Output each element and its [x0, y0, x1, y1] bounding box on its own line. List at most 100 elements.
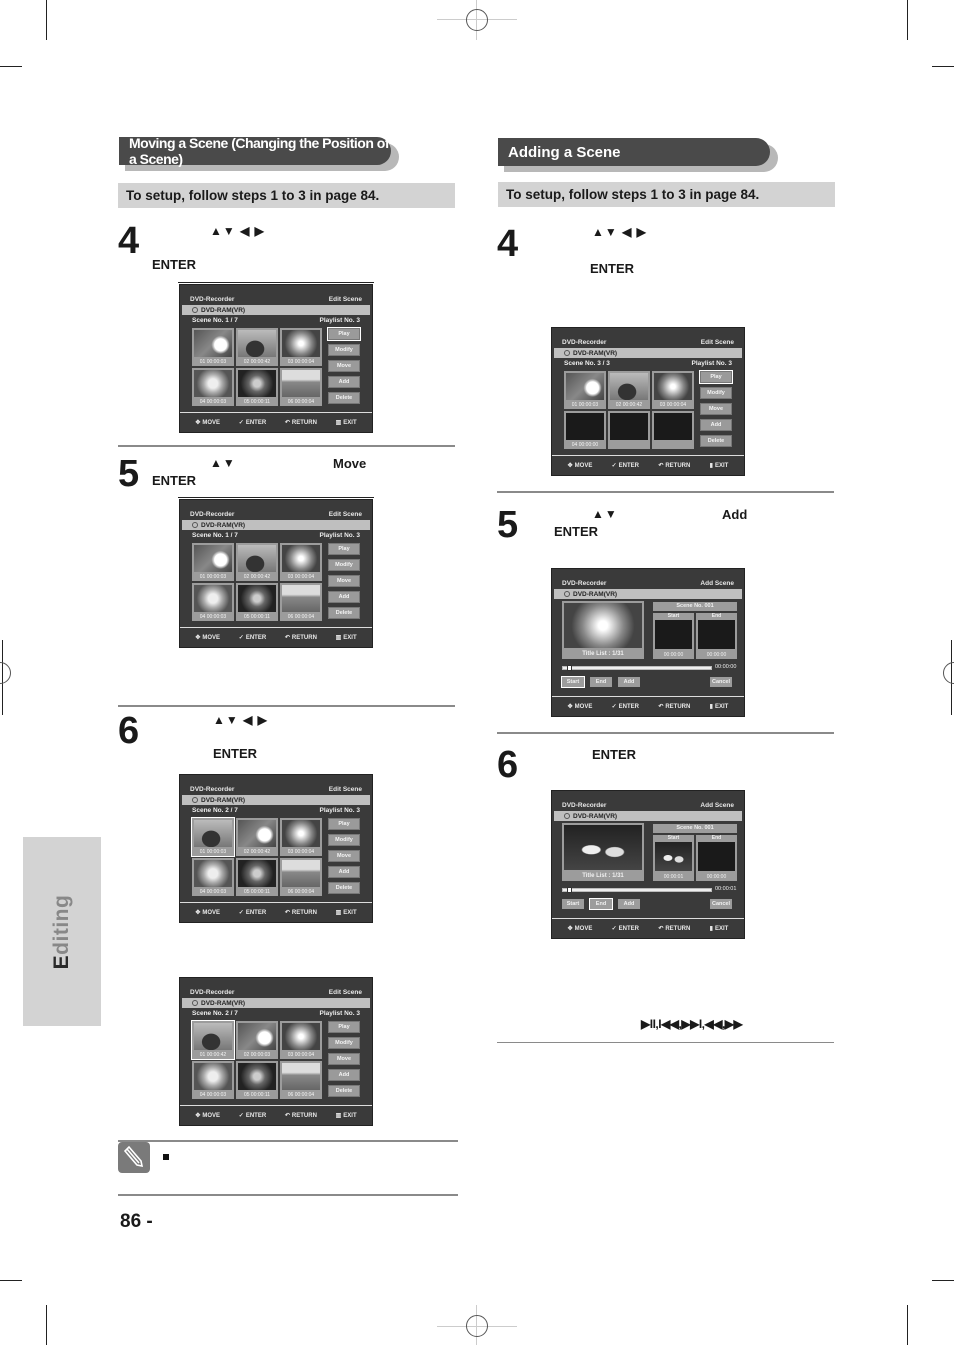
footer-hint-label: ENTER — [618, 462, 640, 469]
menu-add-button[interactable]: Add — [328, 866, 360, 878]
setup-note: To setup, follow steps 1 to 3 in page 84… — [118, 183, 455, 208]
enter-key-label: ENTER — [592, 747, 637, 762]
osd-edit-scene: DVD-Recorder Edit Scene DVD-RAM(VR) Scene N… — [179, 499, 373, 648]
menu-move-button[interactable]: Move — [328, 1053, 360, 1065]
menu-add-button[interactable]: Add — [328, 591, 360, 603]
menu-delete-button[interactable]: Delete — [700, 435, 732, 447]
add-button[interactable]: Add — [618, 899, 640, 909]
start-button[interactable]: Start — [562, 899, 584, 909]
menu-move-button[interactable]: Move — [700, 403, 732, 415]
progress-knob[interactable] — [567, 665, 572, 671]
move-icon: ✥ — [195, 419, 201, 426]
menu-play-button[interactable]: Play — [327, 327, 361, 341]
cancel-button[interactable]: Cancel — [710, 677, 732, 687]
title-list-label: Title List : 1/31 — [582, 873, 624, 879]
osd-mode-title: Edit Scene — [328, 295, 362, 303]
scene-thumbnail[interactable]: 06 00:00:04 — [280, 858, 322, 896]
menu-modify-button[interactable]: Modify — [328, 1037, 360, 1049]
menu-add-button[interactable]: Add — [328, 1069, 360, 1081]
scene-thumbnail[interactable]: 02 00:00:42 — [236, 328, 278, 366]
playback-progress-bar[interactable] — [562, 665, 712, 671]
scene-thumbnail[interactable]: 04 00:00:03 — [192, 858, 234, 896]
scene-thumbnail[interactable]: 03 00:00:04 — [652, 371, 694, 409]
menu-delete-button[interactable]: Delete — [328, 392, 360, 404]
page-number: 86 - — [120, 1211, 153, 1232]
menu-modify-button[interactable]: Modify — [328, 559, 360, 571]
disc-icon — [192, 797, 198, 803]
scene-thumbnail[interactable]: 01 00:00:03 — [564, 371, 606, 409]
menu-add-button[interactable]: Add — [700, 419, 732, 431]
menu-move-button[interactable]: Move — [328, 360, 360, 372]
scene-thumbnail[interactable]: 06 00:00:04 — [280, 368, 322, 406]
menu-delete-button[interactable]: Delete — [328, 882, 360, 894]
menu-move-button[interactable]: Move — [328, 850, 360, 862]
menu-move-button[interactable]: Move — [328, 575, 360, 587]
osd-divider — [552, 918, 744, 919]
scene-thumbnail[interactable]: 01 00:00:03 — [192, 328, 234, 366]
scene-thumbnail[interactable]: 04 00:00:03 — [192, 368, 234, 406]
menu-modify-button[interactable]: Modify — [700, 387, 732, 399]
scene-thumbnail[interactable] — [608, 411, 650, 449]
menu-modify-button[interactable]: Modify — [328, 834, 360, 846]
add-button[interactable]: Add — [618, 677, 640, 687]
scene-thumbnail[interactable]: 06 00:00:04 — [280, 1061, 322, 1099]
scene-thumbnail[interactable]: 01 00:00:03 — [191, 817, 235, 857]
start-button[interactable]: Start — [561, 676, 585, 688]
scene-thumbnail[interactable]: 05 00:00:11 — [236, 368, 278, 406]
scene-thumbnail[interactable]: 02 00:00:03 — [236, 1021, 278, 1059]
menu-play-button[interactable]: Play — [328, 818, 360, 830]
end-button[interactable]: End — [590, 677, 612, 687]
footer-hint-label: RETURN — [665, 925, 691, 932]
thumbnail-image — [282, 370, 320, 397]
footer-hint-enter: ✓ ENTER — [612, 703, 639, 710]
osd-scene-row: Scene No. 3 / 3 Playlist No. 3 — [552, 360, 744, 369]
scene-thumbnail[interactable]: 05 00:00:11 — [236, 1061, 278, 1099]
footer-hint-label: ENTER — [245, 419, 267, 426]
menu-delete-button[interactable]: Delete — [328, 607, 360, 619]
osd-menu: Play Modify Move Add Delete — [699, 370, 733, 451]
scene-thumbnail[interactable]: 05 00:00:11 — [236, 583, 278, 621]
scene-thumbnail[interactable]: 03 00:00:04 — [280, 543, 322, 581]
scene-thumbnail[interactable]: 05 00:00:11 — [236, 858, 278, 896]
footer-hint-exit: ▥ EXIT — [336, 419, 357, 426]
crop-mark — [907, 1305, 908, 1345]
menu-play-button[interactable]: Play — [699, 370, 733, 384]
cancel-button[interactable]: Cancel — [710, 899, 732, 909]
menu-play-button[interactable]: Play — [328, 1021, 360, 1033]
thumbnail-label: 05 00:00:11 — [243, 614, 271, 620]
menu-delete-button[interactable]: Delete — [328, 1085, 360, 1097]
menu-play-button[interactable]: Play — [328, 543, 360, 555]
scene-thumbnail[interactable]: 06 00:00:04 — [280, 583, 322, 621]
scene-thumbnail[interactable] — [652, 411, 694, 449]
enter-icon: ✓ — [611, 703, 617, 710]
thumbnail-image — [238, 820, 276, 847]
footer-hint-exit: ▮ EXIT — [710, 925, 729, 932]
scene-thumbnail[interactable]: 03 00:00:04 — [280, 328, 322, 366]
scene-thumbnail[interactable]: 03 00:00:04 — [280, 1021, 322, 1059]
return-icon: ↶ — [284, 1112, 290, 1119]
thumbnail-image — [238, 545, 276, 572]
progress-knob[interactable] — [567, 887, 572, 893]
footer-hint-return: ↶ RETURN — [285, 1112, 317, 1119]
menu-add-button[interactable]: Add — [328, 376, 360, 388]
osd-mode-title: Add Scene — [700, 579, 734, 587]
scene-thumbnail[interactable]: 04 00:00:03 — [192, 1061, 234, 1099]
scene-thumbnail[interactable]: 02 00:00:42 — [236, 818, 278, 856]
scene-thumbnail[interactable]: 01 00:00:42 — [191, 1020, 235, 1060]
scene-thumbnail[interactable]: 04 00:00:03 — [192, 583, 234, 621]
scene-number-label: Scene No. 001 — [653, 602, 737, 611]
scene-thumbnail[interactable]: 02 00:00:42 — [608, 371, 650, 409]
scene-thumbnail[interactable]: 01 00:00:03 — [192, 543, 234, 581]
scene-thumbnail[interactable]: 02 00:00:42 — [236, 543, 278, 581]
scene-thumbnail[interactable]: 04 00:00:00 — [564, 411, 606, 449]
thumbnail-label: 04 00:00:03 — [199, 399, 227, 405]
end-button[interactable]: End — [589, 898, 613, 910]
menu-modify-button[interactable]: Modify — [328, 344, 360, 356]
scene-thumbnail[interactable]: 03 00:00:04 — [280, 818, 322, 856]
thumbnail-image — [610, 413, 648, 440]
exit-icon: ▥ — [335, 634, 342, 641]
osd-disc-bar: DVD-RAM(VR) — [554, 589, 742, 599]
osd-header: DVD-Recorder Add Scene — [552, 577, 744, 589]
playback-progress-bar[interactable] — [562, 887, 712, 893]
scene-number: Scene No. 3 / 3 — [564, 360, 610, 367]
